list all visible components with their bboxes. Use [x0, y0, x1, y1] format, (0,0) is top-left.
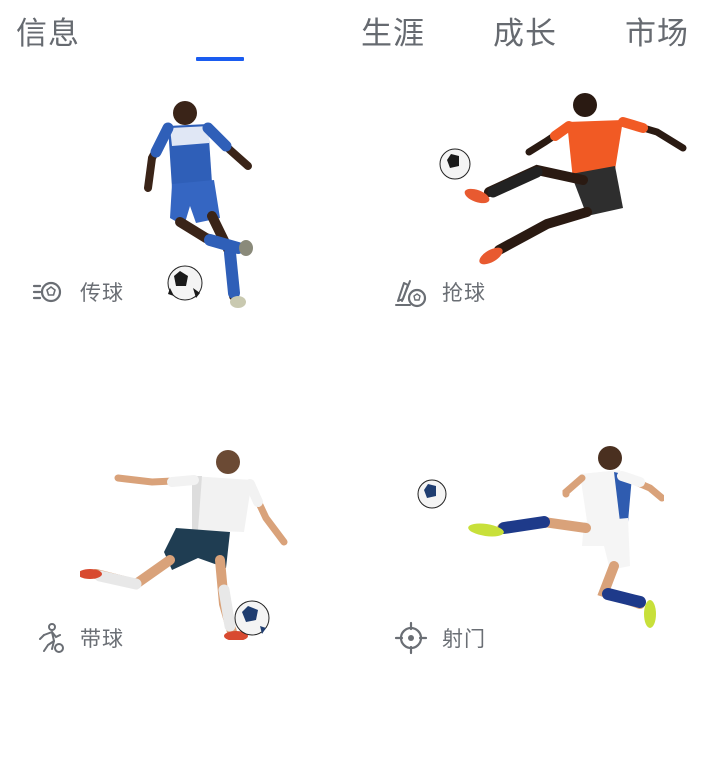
skill-card-dribbling[interactable]: 带球 [0, 420, 352, 760]
tab-market[interactable]: 市场 [625, 8, 689, 53]
skill-name: 带球 [80, 627, 124, 651]
skill-label-passing: 传球 [32, 274, 124, 310]
player-shooting-image [417, 446, 664, 628]
tab-growth[interactable]: 成长 [493, 8, 557, 53]
skills-page: 信息 生涯 成长 市场 传球 抢球 带球 射门 [0, 0, 704, 760]
skill-card-passing[interactable]: 传球 [0, 70, 352, 420]
skill-card-tackling[interactable]: 抢球 [352, 70, 704, 420]
skill-name: 射门 [442, 627, 486, 651]
active-tab-indicator [196, 57, 244, 61]
skill-name: 抢球 [442, 281, 486, 305]
tab-career[interactable]: 生涯 [361, 8, 425, 53]
skill-label-shooting: 射门 [394, 620, 486, 656]
skill-name: 传球 [80, 281, 124, 305]
skill-label-dribbling: 带球 [32, 620, 124, 656]
player-passing-image [144, 101, 253, 308]
skill-label-tackling: 抢球 [394, 274, 486, 310]
pass-ball-icon [32, 281, 62, 303]
tab-bar: 信息 生涯 成长 市场 [0, 0, 704, 70]
player-dribbling-image [80, 450, 288, 640]
dribble-icon [39, 623, 64, 653]
skill-card-shooting[interactable]: 射门 [352, 420, 704, 760]
target-icon [394, 621, 428, 655]
player-tackling-image [439, 93, 687, 265]
tackle-icon [395, 280, 427, 308]
tab-info[interactable]: 信息 [16, 8, 80, 53]
